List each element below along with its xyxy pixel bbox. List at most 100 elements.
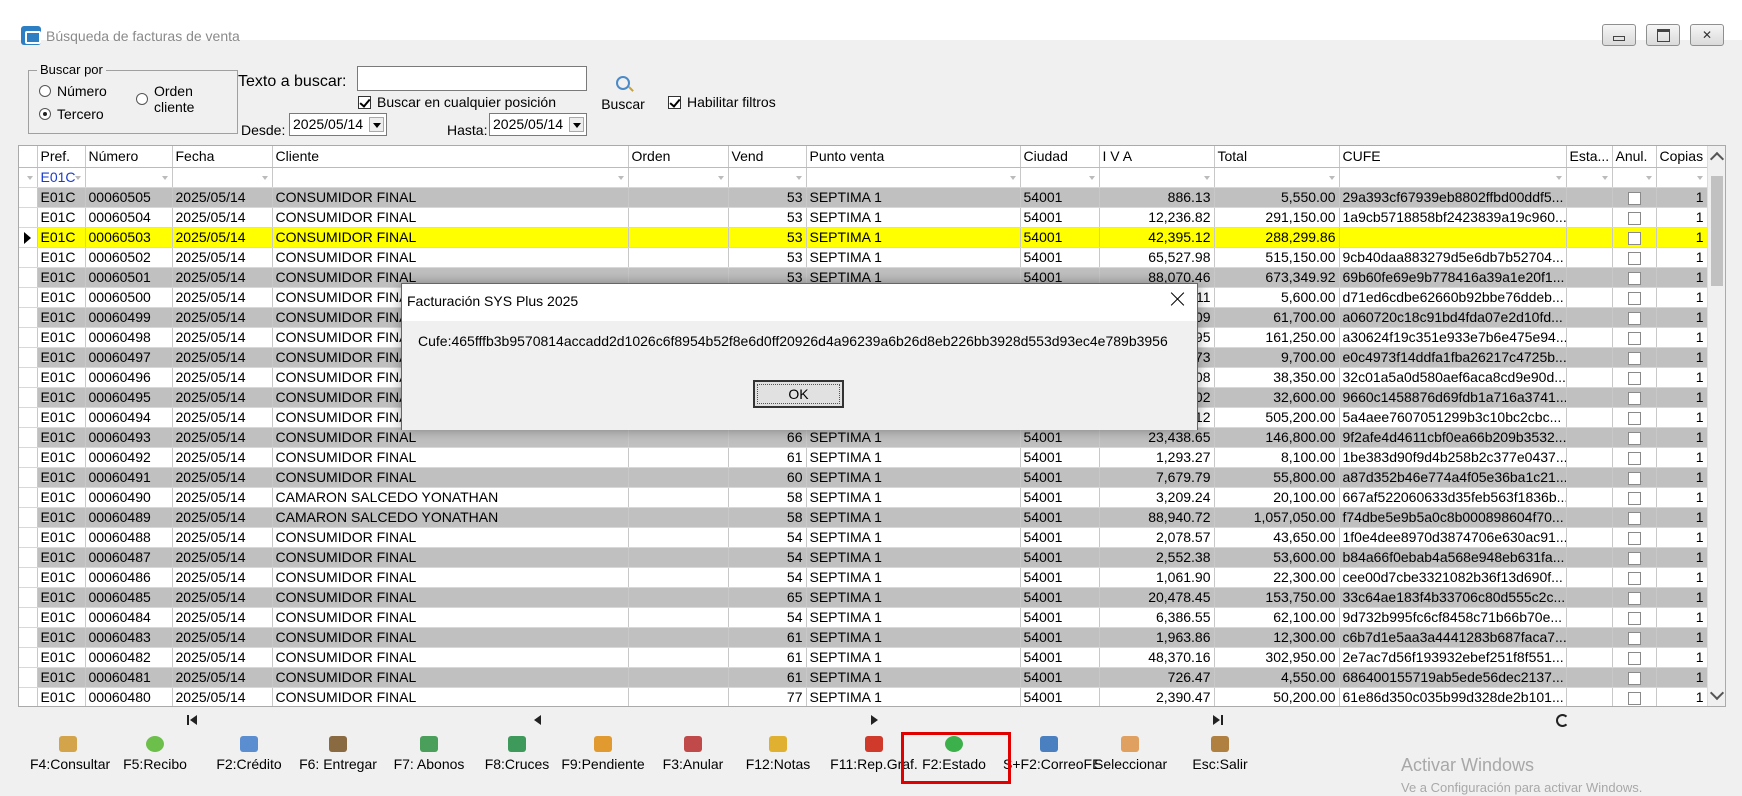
column-filter[interactable]	[272, 167, 629, 188]
cell-anulada[interactable]	[1612, 387, 1657, 408]
column-filter[interactable]: E01C	[37, 167, 86, 188]
anulada-checkbox[interactable]	[1627, 571, 1641, 585]
table-row[interactable]: E01C 00060502 2025/05/14 CONSUMIDOR FINAL 53…	[19, 247, 1708, 268]
anulada-checkbox[interactable]	[1627, 471, 1641, 485]
anulada-checkbox[interactable]	[1627, 591, 1641, 605]
cell-anulada[interactable]	[1612, 507, 1657, 528]
column-header[interactable]: Punto venta	[806, 146, 1021, 168]
column-filter[interactable]	[1566, 167, 1613, 188]
chevron-down-icon[interactable]	[369, 117, 384, 132]
anulada-checkbox[interactable]	[1627, 251, 1641, 265]
last-record-icon[interactable]	[1208, 712, 1226, 728]
column-filter[interactable]	[1099, 167, 1215, 188]
pendiente-button[interactable]: F9:Pendiente	[557, 736, 649, 784]
anulada-checkbox[interactable]	[1627, 431, 1641, 445]
column-header[interactable]: Ciudad	[1020, 146, 1100, 168]
anulada-checkbox[interactable]	[1627, 491, 1641, 505]
table-row[interactable]: E01C 00060493 2025/05/14 CONSUMIDOR FINAL 66…	[19, 427, 1708, 448]
cell-anulada[interactable]	[1612, 607, 1657, 628]
cell-anulada[interactable]	[1612, 287, 1657, 308]
anulada-checkbox[interactable]	[1627, 231, 1641, 245]
cruces-button[interactable]: F8:Cruces	[479, 736, 555, 784]
minimize-button[interactable]	[1602, 24, 1636, 46]
anulada-checkbox[interactable]	[1627, 311, 1641, 325]
cell-anulada[interactable]	[1612, 207, 1657, 228]
first-record-icon[interactable]	[184, 712, 202, 728]
ok-button[interactable]: OK	[753, 380, 844, 408]
anulada-checkbox[interactable]	[1627, 331, 1641, 345]
maximize-button[interactable]	[1646, 24, 1680, 46]
scroll-down-icon[interactable]	[1709, 685, 1725, 701]
date-to-picker[interactable]: 2025/05/14	[489, 113, 587, 136]
column-header[interactable]: Esta...	[1566, 146, 1613, 168]
column-header[interactable]: Cliente	[272, 146, 629, 168]
table-row[interactable]: E01C 00060487 2025/05/14 CONSUMIDOR FINAL 54…	[19, 547, 1708, 568]
enable-filters-checkbox[interactable]: Habilitar filtros	[668, 94, 776, 110]
table-row[interactable]: E01C 00060505 2025/05/14 CONSUMIDOR FINAL 53…	[19, 187, 1708, 208]
cell-anulada[interactable]	[1612, 467, 1657, 488]
cell-anulada[interactable]	[1612, 267, 1657, 288]
anular-button[interactable]: F3:Anular	[657, 736, 729, 784]
correo-fe-button[interactable]: S+F2:CorreoFE	[1003, 736, 1101, 784]
table-row[interactable]: E01C 00060482 2025/05/14 CONSUMIDOR FINAL 61…	[19, 647, 1708, 668]
seleccionar-button[interactable]: Seleccionar	[1094, 736, 1167, 784]
cell-anulada[interactable]	[1612, 487, 1657, 508]
column-header[interactable]: Pref.	[37, 146, 86, 168]
column-header[interactable]: Copias	[1656, 146, 1708, 168]
cell-anulada[interactable]	[1612, 547, 1657, 568]
column-filter[interactable]	[1612, 167, 1657, 188]
cell-anulada[interactable]	[1612, 227, 1657, 248]
cell-anulada[interactable]	[1612, 567, 1657, 588]
anulada-checkbox[interactable]	[1627, 631, 1641, 645]
table-row[interactable]: E01C 00060483 2025/05/14 CONSUMIDOR FINAL 61…	[19, 627, 1708, 648]
radio-tercero[interactable]: Tercero	[39, 106, 104, 122]
chevron-down-icon[interactable]	[569, 117, 584, 132]
salir-button[interactable]: Esc:Salir	[1190, 736, 1250, 784]
table-row[interactable]: E01C 00060491 2025/05/14 CONSUMIDOR FINAL 60…	[19, 467, 1708, 488]
recibo-button[interactable]: F5:Recibo	[122, 736, 188, 784]
column-filter[interactable]	[628, 167, 729, 188]
cell-anulada[interactable]	[1612, 367, 1657, 388]
column-filter[interactable]	[172, 167, 273, 188]
cell-anulada[interactable]	[1612, 407, 1657, 428]
column-header[interactable]: CUFE	[1339, 146, 1567, 168]
anulada-checkbox[interactable]	[1627, 651, 1641, 665]
anulada-checkbox[interactable]	[1627, 371, 1641, 385]
table-row[interactable]: E01C 00060488 2025/05/14 CONSUMIDOR FINAL 54…	[19, 527, 1708, 548]
close-button[interactable]: ✕	[1690, 24, 1724, 46]
cell-anulada[interactable]	[1612, 187, 1657, 208]
credito-button[interactable]: F2:Crédito	[212, 736, 286, 784]
column-header[interactable]: Vend	[728, 146, 807, 168]
column-header[interactable]: Fecha	[172, 146, 273, 168]
table-row[interactable]: E01C 00060490 2025/05/14 CAMARON SALCEDO YO…	[19, 487, 1708, 508]
column-filter[interactable]	[728, 167, 807, 188]
cell-anulada[interactable]	[1612, 667, 1657, 688]
column-filter[interactable]	[1339, 167, 1567, 188]
scroll-thumb[interactable]	[1711, 176, 1723, 286]
cell-anulada[interactable]	[1612, 687, 1657, 706]
anulada-checkbox[interactable]	[1627, 211, 1641, 225]
table-row[interactable]: E01C 00060486 2025/05/14 CONSUMIDOR FINAL 54…	[19, 567, 1708, 588]
radio-orden-cliente[interactable]: Orden cliente	[136, 83, 237, 115]
anulada-checkbox[interactable]	[1627, 551, 1641, 565]
column-filter[interactable]	[1656, 167, 1708, 188]
anulada-checkbox[interactable]	[1627, 291, 1641, 305]
table-row[interactable]: E01C 00060480 2025/05/14 CONSUMIDOR FINAL 77…	[19, 687, 1708, 706]
column-header[interactable]: Anul.	[1612, 146, 1657, 168]
anulada-checkbox[interactable]	[1627, 611, 1641, 625]
search-button[interactable]: Buscar	[598, 76, 648, 120]
cell-anulada[interactable]	[1612, 647, 1657, 668]
column-filter[interactable]	[85, 167, 173, 188]
column-filter[interactable]	[1214, 167, 1340, 188]
previous-record-icon[interactable]	[529, 712, 547, 728]
cell-anulada[interactable]	[1612, 627, 1657, 648]
anulada-checkbox[interactable]	[1627, 191, 1641, 205]
cell-anulada[interactable]	[1612, 527, 1657, 548]
date-from-picker[interactable]: 2025/05/14	[289, 113, 387, 136]
search-input[interactable]	[357, 66, 587, 91]
anulada-checkbox[interactable]	[1627, 451, 1641, 465]
table-row[interactable]: E01C 00060492 2025/05/14 CONSUMIDOR FINAL 61…	[19, 447, 1708, 468]
vertical-scrollbar[interactable]	[1707, 146, 1725, 706]
anulada-checkbox[interactable]	[1627, 691, 1641, 705]
column-filter[interactable]	[806, 167, 1021, 188]
